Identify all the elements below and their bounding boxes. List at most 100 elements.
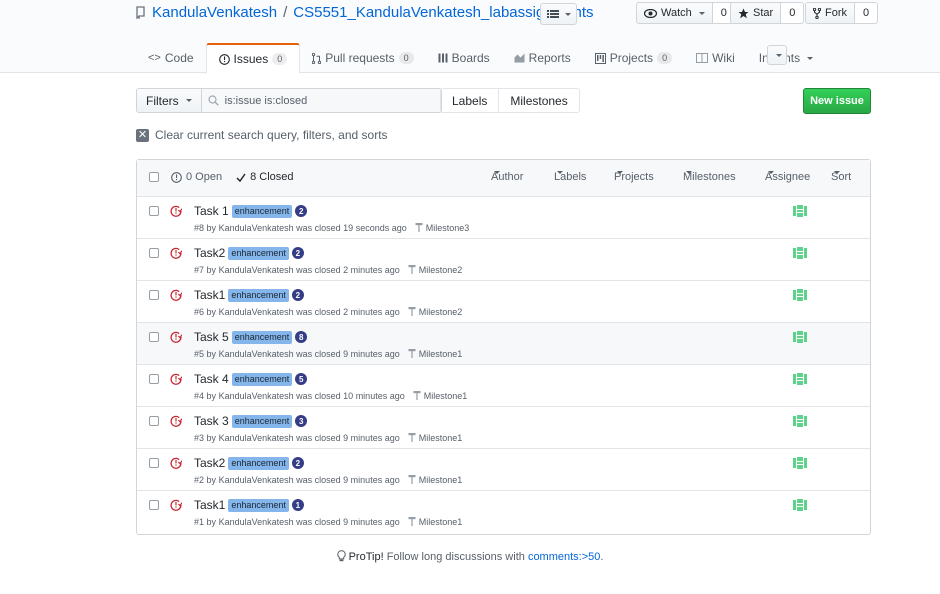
tab-code[interactable]: <> Code — [136, 43, 206, 73]
assignee-avatar[interactable] — [793, 331, 807, 343]
issue-milestone-link[interactable]: Milestone1 — [419, 475, 463, 485]
issue-row[interactable]: Task2 enhancement 2 #7 by KandulaVenkatesh … — [137, 239, 870, 281]
tab-issues[interactable]: Issues 0 — [205, 43, 301, 74]
issue-author-link[interactable]: KandulaVenkatesh — [219, 265, 294, 275]
assignee-avatar[interactable] — [793, 499, 807, 511]
issue-label-enhancement[interactable]: enhancement — [228, 288, 289, 302]
more-tabs-button[interactable] — [767, 45, 787, 65]
issue-closed-icon — [170, 457, 183, 472]
issue-number: #2 — [194, 475, 205, 485]
assignee-avatar[interactable] — [793, 289, 807, 301]
watch-button[interactable]: Watch — [636, 2, 713, 24]
issue-author-link[interactable]: KandulaVenkatesh — [219, 475, 294, 485]
issue-author-link[interactable]: KandulaVenkatesh — [219, 391, 294, 401]
issue-checkbox[interactable] — [149, 458, 159, 468]
assignee-avatar[interactable] — [793, 457, 807, 469]
repo-menu-button[interactable] — [540, 3, 577, 25]
issue-label-enhancement[interactable]: enhancement — [231, 330, 293, 344]
issue-checkbox[interactable] — [149, 332, 159, 342]
issue-milestone-link[interactable]: Milestone1 — [424, 391, 468, 401]
tab-boards[interactable]: Boards — [426, 43, 502, 73]
labels-link[interactable]: Labels — [440, 88, 500, 113]
assignee-avatar[interactable] — [793, 247, 807, 259]
labels-milestones-group: Labels Milestones — [440, 88, 580, 113]
repo-owner-link[interactable]: KandulaVenkatesh — [152, 4, 277, 21]
issue-title-link[interactable]: Task 3 — [194, 414, 229, 428]
issue-number: #7 — [194, 265, 205, 275]
fork-count[interactable]: 0 — [855, 2, 879, 24]
issue-row[interactable]: Task 3 enhancement 3 #3 by KandulaVenkatesh… — [137, 407, 870, 449]
tab-wiki[interactable]: Wiki — [684, 43, 747, 73]
tab-reports[interactable]: Reports — [502, 43, 583, 73]
tab-projects[interactable]: Projects 0 — [583, 43, 684, 73]
issue-checkbox[interactable] — [149, 206, 159, 216]
open-issues-toggle[interactable]: 0 Open — [171, 171, 222, 183]
star-count[interactable]: 0 — [781, 2, 805, 24]
chevron-down-icon — [564, 12, 571, 16]
clear-query-link[interactable]: ✕ Clear current search query, filters, a… — [136, 128, 388, 142]
milestone-icon — [415, 222, 423, 234]
issue-label-enhancement[interactable]: enhancement — [228, 246, 289, 260]
tab-pull-requests[interactable]: Pull requests 0 — [300, 43, 425, 73]
issue-title-link[interactable]: Task 1 — [194, 204, 229, 218]
issue-milestone-link[interactable]: Milestone1 — [419, 349, 463, 359]
issue-meta: #5 by KandulaVenkatesh was closed 9 minu… — [194, 348, 462, 360]
issue-row[interactable]: Task 1 enhancement 2 #8 by KandulaVenkatesh… — [137, 197, 870, 239]
issue-title-link[interactable]: Task1 — [194, 288, 225, 302]
issue-author-link[interactable]: KandulaVenkatesh — [219, 307, 294, 317]
issue-closed-icon — [170, 415, 183, 430]
issue-closed-time: was closed 10 minutes ago — [296, 391, 405, 401]
issue-milestone-link[interactable]: Milestone2 — [419, 307, 463, 317]
new-issue-button[interactable]: New issue — [803, 88, 871, 114]
select-all-checkbox[interactable] — [149, 172, 159, 182]
issue-checkbox[interactable] — [149, 416, 159, 426]
issue-count-badge: 2 — [291, 289, 304, 301]
issue-row[interactable]: Task 5 enhancement 8 #5 by KandulaVenkatesh… — [137, 323, 870, 365]
issue-title-line: Task 4 enhancement 5 — [194, 372, 308, 386]
issue-row[interactable]: Task1 enhancement 1 #1 by KandulaVenkatesh … — [137, 491, 870, 533]
star-button[interactable]: Star — [730, 2, 782, 24]
issue-title-link[interactable]: Task 4 — [194, 372, 229, 386]
issue-meta: #6 by KandulaVenkatesh was closed 2 minu… — [194, 306, 462, 318]
issue-title-link[interactable]: Task2 — [194, 456, 225, 470]
issue-label-enhancement[interactable]: enhancement — [231, 204, 293, 218]
book-icon — [696, 53, 709, 63]
issue-label-enhancement[interactable]: enhancement — [231, 372, 293, 386]
issue-label-enhancement[interactable]: enhancement — [228, 498, 289, 512]
filters-button[interactable]: Filters — [136, 88, 202, 113]
milestones-link[interactable]: Milestones — [499, 88, 580, 113]
issue-checkbox[interactable] — [149, 500, 159, 510]
issue-milestone-link[interactable]: Milestone1 — [419, 517, 463, 527]
repo-title: KandulaVenkatesh / CS5551_KandulaVenkate… — [136, 4, 594, 21]
issue-row[interactable]: Task 4 enhancement 5 #4 by KandulaVenkatesh… — [137, 365, 870, 407]
issue-label-enhancement[interactable]: enhancement — [231, 414, 293, 428]
protip-link[interactable]: comments:>50 — [528, 551, 600, 563]
issue-author-link[interactable]: KandulaVenkatesh — [219, 349, 294, 359]
fork-button[interactable]: Fork — [805, 2, 855, 24]
issue-milestone-link[interactable]: Milestone1 — [419, 433, 463, 443]
assignee-avatar[interactable] — [793, 205, 807, 217]
issue-checkbox[interactable] — [149, 248, 159, 258]
issue-closed-icon — [170, 499, 183, 514]
issue-author-link[interactable]: KandulaVenkatesh — [219, 433, 294, 443]
issue-checkbox[interactable] — [149, 290, 159, 300]
issue-author-link[interactable]: KandulaVenkatesh — [219, 517, 294, 527]
state-toggles: 0 Open 8 Closed — [171, 171, 294, 183]
issue-author-link[interactable]: KandulaVenkatesh — [219, 223, 294, 233]
issue-title-link[interactable]: Task 5 — [194, 330, 229, 344]
issue-title-link[interactable]: Task2 — [194, 246, 225, 260]
assignee-avatar[interactable] — [793, 415, 807, 427]
issue-row[interactable]: Task2 enhancement 2 #2 by KandulaVenkatesh … — [137, 449, 870, 491]
assignee-avatar[interactable] — [793, 373, 807, 385]
search-input[interactable] — [224, 94, 425, 107]
milestone-icon — [408, 432, 416, 444]
issue-count-badge: 8 — [295, 331, 308, 343]
issue-row[interactable]: Task1 enhancement 2 #6 by KandulaVenkatesh … — [137, 281, 870, 323]
issue-label-enhancement[interactable]: enhancement — [228, 456, 289, 470]
issue-milestone-link[interactable]: Milestone2 — [419, 265, 463, 275]
issue-title-link[interactable]: Task1 — [194, 498, 225, 512]
issue-milestone-link[interactable]: Milestone3 — [426, 223, 470, 233]
milestone-icon — [408, 348, 416, 360]
issue-checkbox[interactable] — [149, 374, 159, 384]
closed-issues-toggle[interactable]: 8 Closed — [236, 171, 294, 183]
